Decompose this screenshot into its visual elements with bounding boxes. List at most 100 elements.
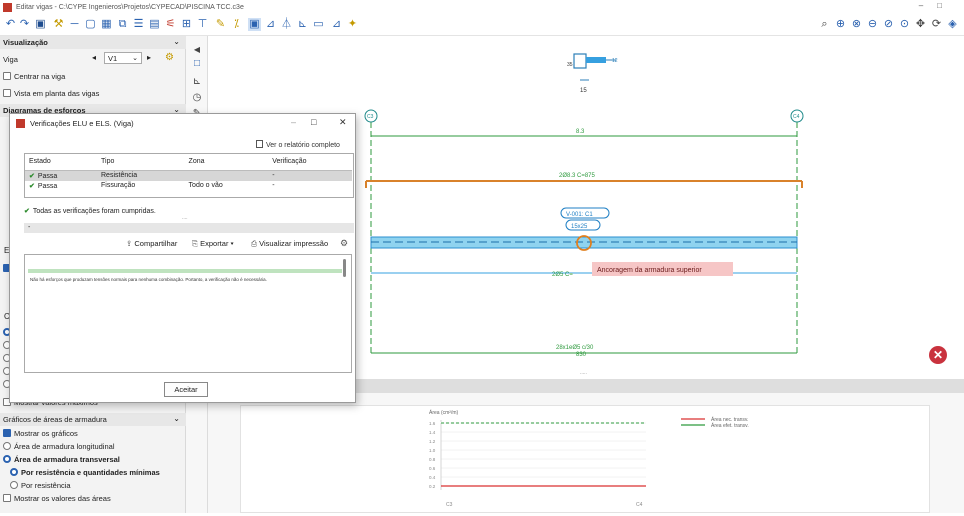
table-icon[interactable]: ▤ [148, 18, 161, 31]
vista-planta-checkbox[interactable]: Vista em planta das vigas [3, 89, 99, 98]
zoom-in-icon[interactable]: ⊕ [834, 18, 847, 31]
detail-panel: Não há esforços que produzam tensões nor… [24, 254, 352, 373]
graph-y-tick: 0.4 [429, 475, 436, 480]
visualizacao-header[interactable]: Visualização ⌄ [0, 36, 186, 49]
row-tipo: Fissuração [101, 182, 136, 189]
rebar-icon[interactable]: ⚟ [164, 18, 177, 31]
section-dim-w: 15 [580, 88, 587, 94]
window-controls[interactable]: –□ [919, 1, 956, 10]
select-icon[interactable]: □ [191, 58, 203, 70]
detail-bar: - [24, 223, 354, 233]
structure-icon[interactable]: ⏃ [280, 18, 293, 31]
area-long-label: Área de armadura longitudinal [14, 442, 115, 451]
active-view-icon[interactable]: ▣ [248, 18, 261, 31]
diagram-icon[interactable]: ⊿ [330, 18, 343, 31]
mostrar-graficos-checkbox[interactable]: Mostrar os gráficos [3, 429, 78, 438]
zoom-out-icon[interactable]: ⊖ [866, 18, 879, 31]
pencil-icon[interactable]: ✎ [214, 18, 227, 31]
chevron-down-icon[interactable]: ⌄ [173, 414, 180, 423]
row-tipo: Resistência [97, 170, 185, 181]
settings-gear-icon[interactable]: ⚙ [340, 238, 348, 249]
graph-y-tick: 1.0 [429, 448, 436, 453]
graph-title: Área (cm²/m) [429, 409, 459, 416]
printer-icon: ⎙ [251, 239, 257, 248]
mostrar-valores-areas-checkbox[interactable]: Mostrar os valores das áreas [3, 494, 111, 503]
dialog-titlebar[interactable]: Verificações ELU e ELS. (Viga) – □ ✕ [10, 114, 355, 134]
rotate-icon[interactable]: ⟳ [930, 18, 943, 31]
print-preview-button[interactable]: ⎙ Visualizar impressão [251, 239, 328, 249]
dialog-maximize-button[interactable]: □ [311, 117, 316, 127]
area-transversal-radio[interactable]: Área de armadura transversal [3, 455, 120, 464]
next-viga-button[interactable]: ▸ [147, 53, 151, 62]
beam-tag: V-001: C1 [566, 212, 593, 218]
collapse-icon[interactable]: ◀ [191, 44, 203, 56]
list-icon[interactable]: ☰ [132, 18, 145, 31]
table-row[interactable]: ✔ Passa Resistência - [25, 170, 352, 181]
zoom-all-icon[interactable]: ⊗ [850, 18, 863, 31]
rect-icon[interactable]: ▢ [84, 18, 97, 31]
maximize-button[interactable]: □ [937, 1, 956, 10]
export-button[interactable]: ⎘ Exportar ▾ [192, 239, 234, 249]
beam-section: 15x25 [571, 224, 588, 230]
col-verificacao[interactable]: Verificação [268, 154, 352, 171]
grid-icon[interactable]: ▦ [100, 18, 113, 31]
section-dim-h: 35 [567, 62, 573, 68]
col-estado[interactable]: Estado [25, 154, 97, 171]
percent-icon[interactable]: ⁒ [230, 18, 243, 31]
chevron-down-icon[interactable]: ⌄ [173, 37, 180, 46]
stirrups-label: 28x1eØ5 c/30 [556, 345, 594, 351]
area-transv-label: Área de armadura transversal [14, 455, 120, 464]
por-resistencia-quantidades-radio[interactable]: Por resistência e quantidades mínimas [10, 468, 160, 477]
por-resist-quant-label: Por resistência e quantidades mínimas [21, 468, 160, 477]
graph-y-tick: 1.2 [429, 439, 436, 444]
dialog-minimize-button[interactable]: – [291, 117, 296, 127]
save-icon[interactable]: ▣ [34, 18, 47, 31]
zoom-prev-icon[interactable]: ⊘ [882, 18, 895, 31]
undo-icon[interactable]: ↶ [4, 18, 17, 31]
detail-scrollbar[interactable] [343, 259, 346, 277]
section-icon[interactable]: ⊞ [180, 18, 193, 31]
dialog-close-button[interactable]: ✕ [339, 117, 347, 128]
prev-viga-button[interactable]: ◂ [92, 53, 96, 62]
graficos-header[interactable]: Gráficos de áreas de armadura ⌄ [0, 413, 186, 426]
close-error-icon[interactable]: ✕ [929, 346, 947, 364]
copy-icon[interactable]: ⧉ [116, 18, 129, 31]
pan-icon[interactable]: ✥ [914, 18, 927, 31]
area-longitudinal-radio[interactable]: Área de armadura longitudinal [3, 442, 114, 451]
export-label: Exportar [200, 239, 229, 248]
support-icon[interactable]: ⊤ [196, 18, 209, 31]
table-row[interactable]: ✔ Passa Fissuração Todo o vão - [25, 181, 352, 191]
dimension-icon[interactable]: ⊾ [191, 76, 203, 88]
monitor-icon[interactable]: ▭ [312, 18, 325, 31]
centrar-na-viga-checkbox[interactable]: Centrar na viga [3, 72, 65, 81]
graph-y-tick: 0.6 [429, 466, 436, 471]
minimize-button[interactable]: – [919, 1, 937, 10]
report-icon [256, 140, 263, 148]
legend-required: Área nec. transv. [711, 416, 748, 423]
accept-button[interactable]: Aceitar [164, 382, 208, 397]
share-button[interactable]: ⇪ Compartilhar [126, 239, 177, 248]
mostrar-graficos-label: Mostrar os gráficos [14, 429, 78, 438]
app-icon [3, 2, 12, 12]
col-zona[interactable]: Zona [184, 154, 269, 171]
info-icon[interactable]: ◷ [191, 92, 203, 104]
measure-icon[interactable]: ⊾ [296, 18, 309, 31]
splitter-dots[interactable]: .... [182, 215, 188, 221]
line-icon[interactable]: ─ [68, 18, 81, 31]
zoom-window-icon[interactable]: ⌕ [818, 18, 831, 31]
window-title: Editar vigas - C:\CYPE Ingenieros\Projet… [16, 3, 244, 11]
beam-edit-icon[interactable]: ⚒ [52, 18, 65, 31]
redo-icon[interactable]: ↷ [18, 18, 31, 31]
section-note: 12 [612, 58, 618, 64]
viga-select[interactable]: V1 ⌄ [104, 52, 142, 64]
wand-icon[interactable]: ✦ [346, 18, 359, 31]
chart-icon[interactable]: ⊿ [264, 18, 277, 31]
top-bar-label: 2Ø8.3 C=875 [559, 173, 596, 179]
viga-edit-icon[interactable]: ⚙ [165, 52, 174, 63]
col-tipo[interactable]: Tipo [97, 154, 185, 171]
share-icon: ⇪ [126, 239, 133, 248]
report-button[interactable]: Ver o relatório completo [256, 140, 340, 149]
view-3d-icon[interactable]: ◈ [946, 18, 959, 31]
por-resistencia-radio[interactable]: Por resistência [10, 481, 71, 490]
zoom-extents-icon[interactable]: ⊙ [898, 18, 911, 31]
